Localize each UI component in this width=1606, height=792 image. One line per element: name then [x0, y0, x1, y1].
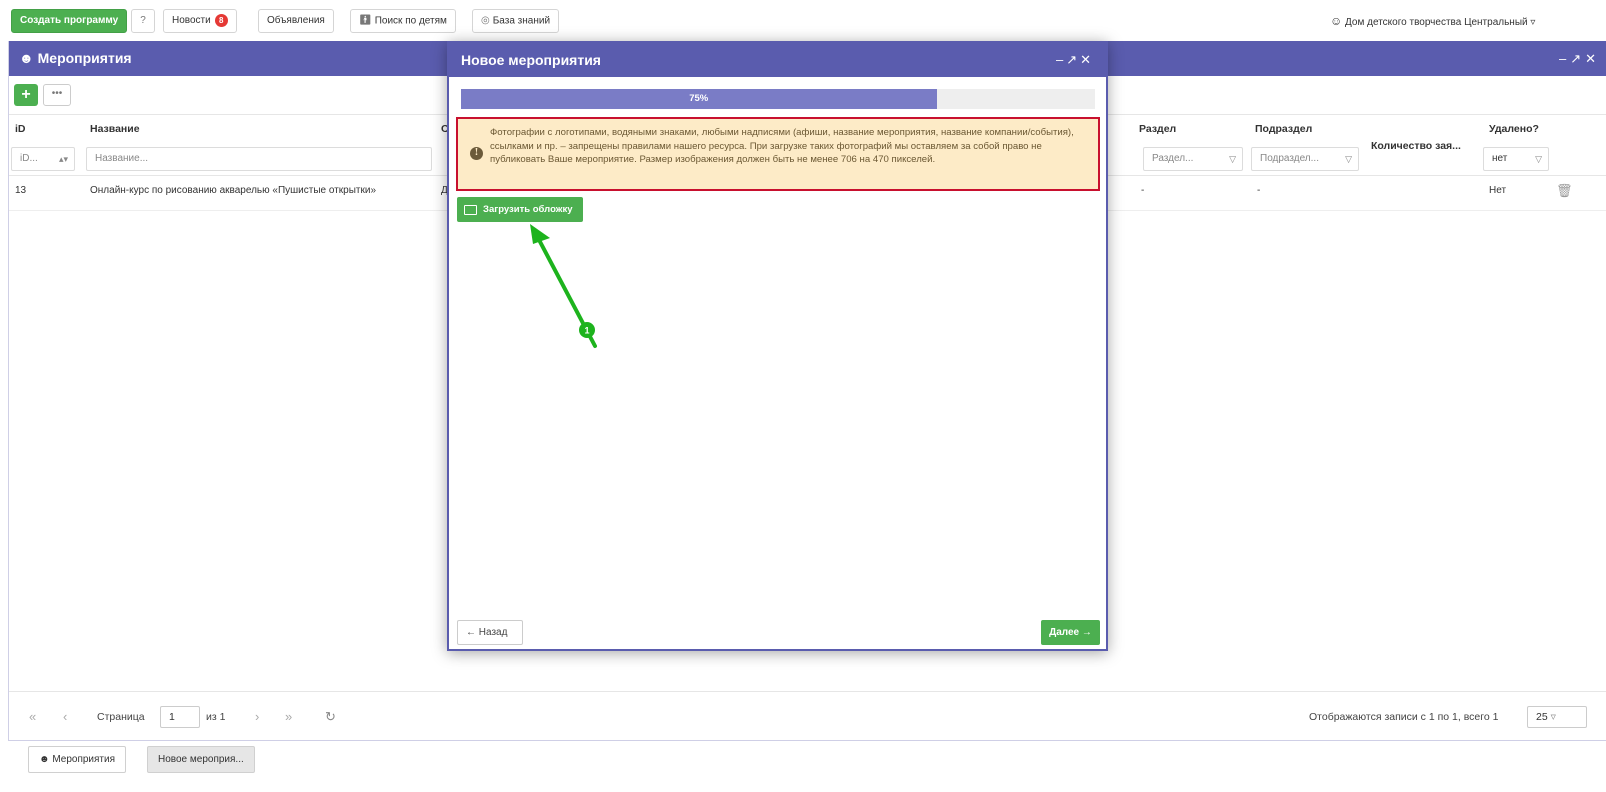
id-filter-input[interactable]: iD... ▴▾ — [11, 147, 75, 171]
column-subsection[interactable]: Подраздел — [1255, 123, 1312, 135]
deleted-filter-value: нет — [1492, 153, 1508, 164]
back-label: Назад — [478, 627, 508, 638]
create-program-button[interactable]: Создать программу — [11, 9, 128, 33]
trash-icon[interactable]: 🗑︎ — [1556, 177, 1573, 205]
minimize-icon[interactable]: – — [1056, 52, 1066, 67]
window-taskbar: ☻ Мероприятия Новое мероприя... — [0, 743, 1606, 792]
taskbar-item-events[interactable]: ☻ Мероприятия — [28, 746, 126, 773]
next-page-icon[interactable]: › — [255, 706, 259, 728]
knowledge-base-button[interactable]: ◎ База знаний — [472, 9, 560, 33]
chevron-down-icon: ▿ — [1530, 17, 1536, 28]
child-search-label: Поиск по детям — [374, 15, 447, 27]
warning-box: ! Фотографии с логотипами, водяными знак… — [456, 117, 1100, 191]
window-controls: –↗✕ — [1559, 41, 1600, 76]
help-icon[interactable]: ? — [131, 9, 155, 33]
minimize-icon[interactable]: – — [1559, 51, 1570, 66]
filter-icon: ▽ — [1345, 154, 1352, 164]
arrow-right-icon: → — [1081, 627, 1092, 638]
page-label: Страница — [97, 711, 145, 723]
page-of-label: из 1 — [206, 711, 226, 723]
section-filter-value: Раздел... — [1152, 153, 1194, 164]
column-name[interactable]: Название — [90, 123, 140, 135]
page-number-input[interactable]: 1 — [160, 706, 200, 728]
user-menu[interactable]: ☺ Дом детского творчества Центральный ▿ — [1330, 11, 1606, 31]
page-size-value: 25 — [1536, 711, 1548, 723]
subsection-filter-select[interactable]: Подраздел... ▽ — [1251, 147, 1359, 171]
smile-icon: ☻ — [39, 754, 50, 765]
events-window-title: ☻ Мероприятия — [19, 41, 132, 76]
taskbar-item-events-label: Мероприятия — [52, 754, 115, 765]
name-filter-input[interactable]: Название... — [86, 147, 432, 171]
upload-cover-label: Загрузить обложку — [483, 204, 573, 215]
progress-bar: 75% — [461, 89, 1095, 109]
warning-text: Фотографии с логотипами, водяными знакам… — [490, 127, 1074, 166]
cell-subsection: - — [1257, 185, 1261, 196]
dialog-controls: –↗✕ — [1056, 43, 1094, 76]
add-button[interactable]: + — [14, 84, 38, 106]
sort-stepper-icon: ▴▾ — [58, 154, 68, 164]
maximize-icon[interactable]: ↗ — [1570, 51, 1585, 66]
records-summary: Отображаются записи с 1 по 1, всего 1 — [1309, 711, 1499, 723]
last-page-icon[interactable]: » — [285, 706, 292, 728]
cell-section: - — [1141, 185, 1145, 196]
section-filter-select[interactable]: Раздел... ▽ — [1143, 147, 1243, 171]
dialog-header: Новое мероприятия –↗✕ — [449, 43, 1106, 77]
pagination-bar: « ‹ Страница 1 из 1 › » ↻ Отображаются з… — [9, 691, 1606, 739]
top-toolbar: Создать программу ? Новости 8 Объявления … — [0, 0, 1606, 42]
knowledge-label: База знаний — [492, 15, 551, 27]
taskbar-item-new-event[interactable]: Новое мероприя... — [147, 746, 255, 773]
prev-page-icon[interactable]: ‹ — [63, 706, 67, 728]
cell-deleted: Нет — [1489, 185, 1507, 196]
image-icon — [464, 205, 477, 215]
events-title-text: Мероприятия — [37, 50, 132, 66]
column-deleted[interactable]: Удалено? — [1489, 123, 1539, 135]
lifebuoy-icon: ◎ — [481, 15, 490, 26]
page-size-select[interactable]: 25 ▿ — [1527, 706, 1587, 728]
id-filter-placeholder: iD... — [20, 153, 38, 164]
news-label: Новости — [172, 15, 211, 26]
close-icon[interactable]: ✕ — [1585, 51, 1600, 66]
next-label: Далее — [1049, 627, 1080, 638]
chevron-down-icon: ▿ — [1550, 711, 1556, 723]
more-options-button[interactable]: ••• — [43, 84, 71, 106]
filter-icon: ▽ — [1229, 154, 1236, 164]
person-icon: 🚹︎ — [359, 15, 372, 26]
deleted-filter-select[interactable]: нет ▽ — [1483, 147, 1549, 171]
cell-id: 13 — [15, 185, 27, 196]
back-button[interactable]: ← Назад — [457, 620, 523, 645]
announcements-button[interactable]: Объявления — [258, 9, 334, 33]
maximize-icon[interactable]: ↗ — [1066, 52, 1080, 67]
new-event-dialog: Новое мероприятия –↗✕ 75% ! Фотографии с… — [447, 41, 1108, 651]
progress-label: 75% — [689, 93, 709, 104]
column-id[interactable]: iD — [15, 123, 26, 135]
smile-icon: ☻ — [19, 50, 34, 66]
dialog-title: Новое мероприятия — [461, 52, 601, 68]
subsection-filter-value: Подраздел... — [1260, 153, 1319, 164]
child-search-button[interactable]: 🚹︎ Поиск по детям — [350, 9, 456, 33]
info-icon: ! — [470, 147, 483, 160]
upload-cover-button[interactable]: Загрузить обложку — [457, 197, 583, 222]
filter-icon: ▽ — [1535, 154, 1542, 164]
news-badge: 8 — [214, 13, 228, 27]
column-section[interactable]: Раздел — [1139, 123, 1176, 135]
arrow-left-icon: ← — [466, 627, 476, 638]
column-count[interactable]: Количество зая... — [1371, 140, 1461, 152]
refresh-icon[interactable]: ↻ — [325, 706, 336, 728]
user-icon: ☺ — [1330, 14, 1343, 28]
first-page-icon[interactable]: « — [29, 706, 36, 728]
close-icon[interactable]: ✕ — [1080, 52, 1094, 67]
cell-name: Онлайн-курс по рисованию акварелью «Пуши… — [90, 185, 377, 196]
news-button[interactable]: Новости 8 — [163, 9, 237, 33]
next-button[interactable]: Далее → — [1041, 620, 1100, 645]
user-label: Дом детского творчества Центральный — [1345, 17, 1528, 28]
